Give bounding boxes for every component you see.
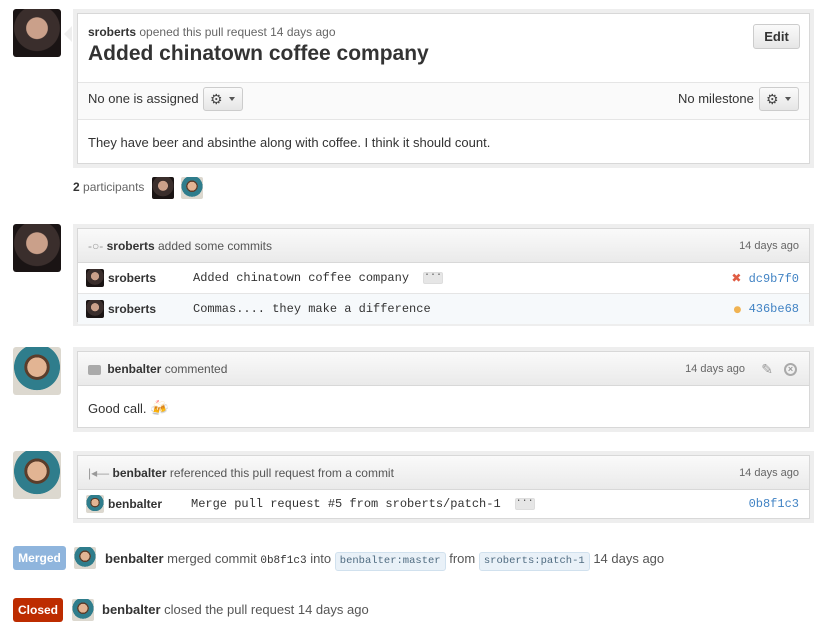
assignee-gear-button[interactable]: ⚙	[203, 87, 243, 111]
commit-sha-link[interactable]: 436be68	[749, 302, 799, 316]
avatar-benbalter[interactable]	[13, 451, 61, 499]
speech-arrow	[64, 26, 72, 42]
merged-time: 14 days ago	[593, 551, 665, 566]
commit-author-avatar[interactable]	[86, 269, 104, 287]
avatar-sroberts[interactable]	[13, 224, 61, 272]
closed-action-text: closed the pull request 14 days ago	[164, 602, 369, 617]
gear-icon: ⚙	[210, 91, 223, 107]
commit-row: sroberts Commas.... they make a differen…	[78, 293, 809, 324]
commit-author[interactable]: benbalter	[108, 489, 162, 519]
commit-message[interactable]: Added chinatown coffee company ···	[193, 263, 444, 293]
merged-action-text: merged commit	[167, 551, 257, 566]
commit-sha-link[interactable]: dc9b7f0	[749, 272, 799, 286]
milestone-text: No milestone	[678, 91, 754, 106]
edit-button[interactable]: Edit	[753, 24, 800, 49]
commits-time: 14 days ago	[739, 240, 799, 252]
commits-card-header: -○- sroberts added some commits 14 days …	[78, 229, 809, 263]
avatar-benbalter[interactable]	[13, 347, 61, 395]
merged-from-text: from	[449, 551, 476, 566]
commit-message-text[interactable]: Merge pull request #5 from sroberts/patc…	[191, 497, 501, 511]
reference-card: |◂— benbalter referenced this pull reque…	[77, 455, 810, 519]
commit-author-avatar[interactable]	[86, 495, 104, 513]
commits-author-link[interactable]: sroberts	[107, 239, 155, 253]
commit-row: sroberts Added chinatown coffee company ·…	[78, 263, 809, 294]
beers-emoji: 🍻	[150, 400, 169, 417]
commit-sha[interactable]: ● 436be68	[734, 294, 799, 325]
avatar-sroberts[interactable]	[13, 9, 61, 57]
chevron-down-icon	[229, 97, 235, 101]
closed-event: benbalter closed the pull request 14 day…	[102, 600, 369, 620]
comment-card: benbalter commented 14 days ago ✎ × Good…	[77, 351, 810, 428]
build-failure-icon: ✖	[731, 271, 742, 285]
head-branch-label[interactable]: sroberts:patch-1	[478, 552, 590, 571]
base-branch-label[interactable]: benbalter:master	[334, 552, 446, 571]
participant-avatar-benbalter[interactable]	[181, 176, 204, 199]
close-circle-icon[interactable]: ×	[784, 363, 797, 376]
pr-meta: sroberts opened this pull request 14 day…	[88, 25, 336, 39]
chevron-down-icon	[785, 97, 791, 101]
commits-card: -○- sroberts added some commits 14 days …	[77, 228, 810, 324]
avatar-benbalter[interactable]	[74, 547, 96, 569]
reference-action-text: referenced this pull request from a comm…	[169, 466, 394, 480]
closed-badge: Closed	[13, 598, 63, 622]
comment-icon	[88, 364, 101, 375]
comment-text: Good call.	[88, 401, 147, 416]
participants-label: participants	[83, 180, 145, 194]
merged-event: benbalter merged commit 0b8f1c3 into ben…	[105, 549, 664, 571]
commit-message[interactable]: Merge pull request #5 from sroberts/patc…	[191, 489, 535, 519]
commit-row: benbalter Merge pull request #5 from sro…	[78, 489, 809, 520]
cross-reference-icon: |◂—	[88, 466, 110, 480]
pr-opened-text: opened this pull request 14 days ago	[139, 25, 336, 39]
reference-time: 14 days ago	[739, 467, 799, 479]
pr-title: Added chinatown coffee company	[88, 42, 429, 65]
commit-author[interactable]: sroberts	[108, 263, 156, 293]
merged-into-text: into	[310, 551, 332, 566]
comment-action-text: commented	[164, 362, 228, 376]
commit-message-text[interactable]: Commas.... they make a difference	[193, 294, 431, 324]
merged-sha-link[interactable]: 0b8f1c3	[260, 555, 306, 567]
closed-author-link[interactable]: benbalter	[102, 602, 161, 617]
commits-action-text: added some commits	[157, 239, 273, 253]
participants: 2 participants	[73, 176, 204, 199]
reference-author-link[interactable]: benbalter	[112, 466, 166, 480]
participants-count: 2	[73, 180, 80, 194]
pr-meta-bar: No one is assigned ⚙ No milestone ⚙	[78, 82, 809, 120]
comment-body: Good call. 🍻	[88, 399, 169, 417]
expand-message-button[interactable]: ···	[514, 496, 535, 510]
commit-sha-link[interactable]: 0b8f1c3	[749, 489, 799, 519]
comment-time: 14 days ago	[685, 363, 745, 375]
git-commit-icon: -○-	[88, 239, 104, 253]
milestone-gear-button[interactable]: ⚙	[759, 87, 799, 111]
commit-message-text[interactable]: Added chinatown coffee company	[193, 271, 409, 285]
merged-badge: Merged	[13, 546, 66, 570]
merged-author-link[interactable]: benbalter	[105, 551, 164, 566]
reference-header: |◂— benbalter referenced this pull reque…	[78, 456, 809, 490]
build-pending-icon: ●	[733, 305, 742, 315]
pr-body: They have beer and absinthe along with c…	[88, 135, 491, 150]
pull-request-header-card: sroberts opened this pull request 14 day…	[77, 13, 810, 164]
expand-message-button[interactable]: ···	[423, 270, 444, 284]
pencil-icon[interactable]: ✎	[761, 352, 773, 386]
assignee-text: No one is assigned	[88, 91, 199, 106]
commit-sha[interactable]: ✖ dc9b7f0	[731, 263, 799, 294]
commit-author-avatar[interactable]	[86, 300, 104, 318]
avatar-benbalter[interactable]	[72, 599, 94, 621]
gear-icon: ⚙	[766, 91, 779, 107]
comment-header: benbalter commented 14 days ago ✎ ×	[78, 352, 809, 386]
comment-author-link[interactable]: benbalter	[107, 362, 161, 376]
pr-author-link[interactable]: sroberts	[88, 25, 136, 39]
commit-author[interactable]: sroberts	[108, 294, 156, 324]
participant-avatar-sroberts[interactable]	[151, 176, 174, 199]
